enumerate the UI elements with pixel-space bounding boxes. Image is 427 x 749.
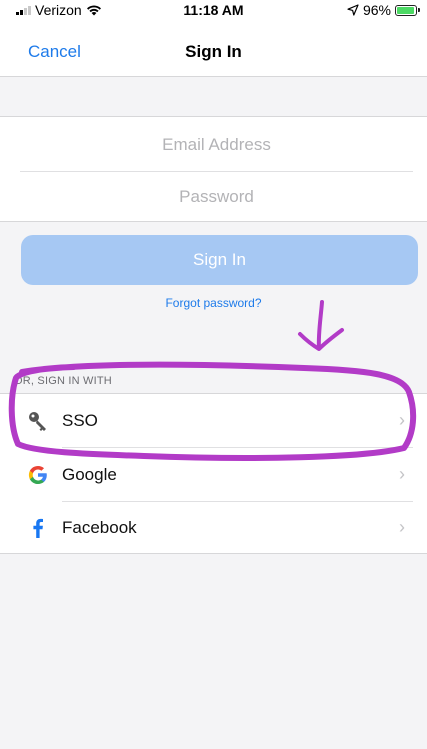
- battery-icon: [395, 4, 420, 16]
- email-field-row: [20, 119, 413, 172]
- password-field[interactable]: [20, 186, 413, 208]
- facebook-label: Facebook: [62, 517, 137, 537]
- facebook-icon: [26, 516, 50, 540]
- facebook-signin-option[interactable]: Facebook ›: [0, 501, 427, 554]
- annotation-highlight-circle: [8, 361, 417, 461]
- status-right: 96%: [347, 2, 420, 18]
- chevron-right-icon: ›: [399, 464, 405, 484]
- page-title: Sign In: [185, 42, 242, 61]
- battery-percent: 96%: [362, 2, 391, 18]
- google-label: Google: [62, 464, 117, 484]
- email-field[interactable]: [20, 134, 413, 156]
- status-bar: Verizon 11:18 AM 96%: [0, 0, 427, 22]
- password-field-row: [20, 171, 413, 223]
- location-arrow-icon: [347, 4, 359, 16]
- chevron-right-icon: ›: [399, 517, 405, 537]
- google-icon: [26, 463, 50, 487]
- sign-in-button[interactable]: Sign In: [21, 235, 418, 285]
- annotation-arrow-icon: [298, 300, 344, 351]
- credentials-form: [0, 116, 427, 222]
- forgot-password-link[interactable]: Forgot password?: [0, 296, 427, 310]
- sign-in-screen: Verizon 11:18 AM 96% Cancel Sign In Emai…: [0, 0, 427, 749]
- navigation-bar: Cancel Sign In: [0, 22, 427, 77]
